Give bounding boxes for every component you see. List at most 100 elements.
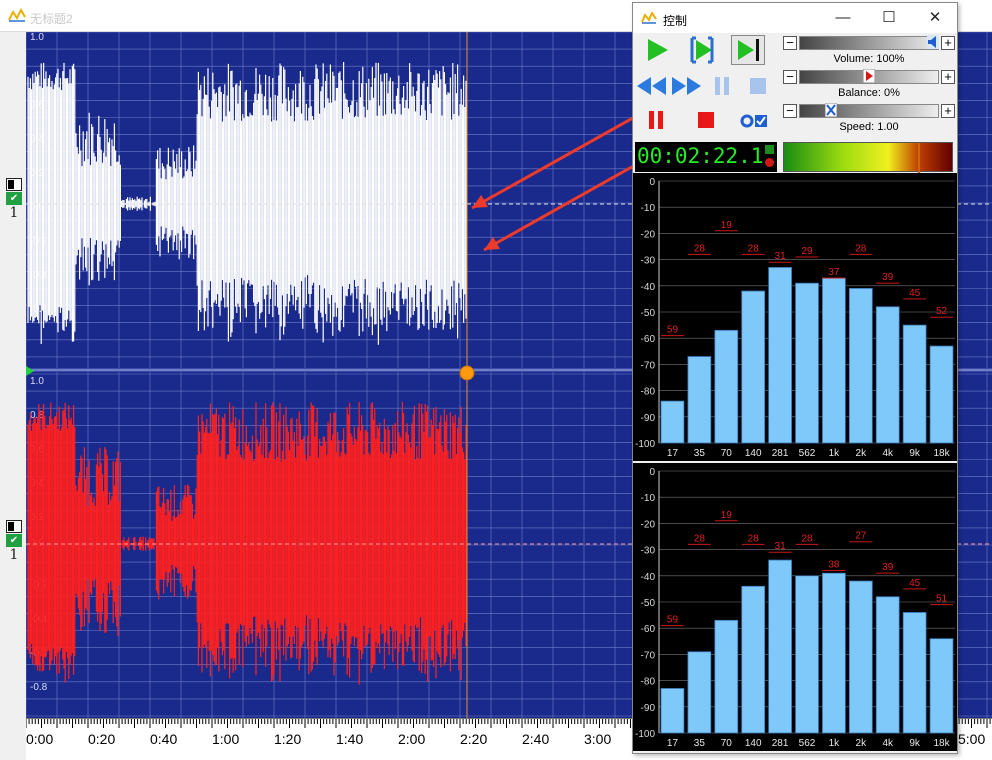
spectrum-bar (714, 619, 739, 734)
x-tick-label: 18k (933, 738, 950, 749)
channel-select-toggle[interactable] (6, 520, 22, 533)
peak-label: 45 (909, 288, 921, 299)
peak-label: 28 (801, 533, 813, 544)
channel-enable-checkbox[interactable]: ✔ (6, 192, 22, 205)
channel-1-controls: ✔ 1 (6, 178, 22, 221)
y-tick-label: -90 (641, 703, 656, 714)
spectrum-bar (822, 277, 846, 444)
y-tick-label: -40 (641, 572, 656, 583)
peak-label: 28 (694, 243, 706, 254)
x-tick-label: 1k (829, 738, 841, 749)
y-tick-label: -40 (641, 282, 656, 293)
peak-label: 29 (801, 246, 813, 257)
peak-label: 19 (721, 510, 733, 521)
pause-disabled-button[interactable] (705, 71, 739, 101)
y-tick-label: -60 (641, 334, 656, 345)
peak-label: 39 (882, 562, 894, 573)
spectrum-bar (768, 267, 792, 444)
peak-label: 39 (882, 272, 894, 283)
axis-label: -0.8 (30, 682, 48, 693)
y-tick-label: -10 (641, 493, 656, 504)
volume-minus-button[interactable]: − (783, 36, 797, 50)
axis-label: 1.0 (30, 32, 44, 43)
x-tick-label: 9k (909, 738, 921, 749)
level-needle (918, 143, 921, 173)
x-tick-label: 35 (694, 448, 706, 459)
y-tick-label: -90 (641, 413, 656, 424)
speed-track[interactable] (799, 104, 939, 118)
speed-slider[interactable]: − + Speed: 1.00 (783, 103, 955, 137)
fast-forward-button[interactable] (669, 71, 703, 101)
play-button[interactable] (639, 35, 673, 65)
x-tick-label: 17 (667, 448, 679, 459)
control-panel: 控制 — ☐ ✕ − + Volume: 100% − + Balance: 0… (632, 2, 958, 754)
volume-slider[interactable]: − + Volume: 100% (783, 35, 955, 69)
balance-minus-button[interactable]: − (783, 70, 797, 84)
x-tick-label: 35 (694, 738, 706, 749)
y-tick-label: -50 (641, 598, 656, 609)
spectrum-chart-1: 0 -10 -20 -30 -40 -50 -60 -70 -80 -90 -100 59 17 28 35… (633, 173, 957, 461)
ruler-label: 3:00 (584, 731, 612, 747)
ruler-label: 2:40 (522, 731, 550, 747)
peak-label: 45 (909, 578, 921, 589)
channel-number: 1 (9, 547, 19, 563)
maximize-button[interactable]: ☐ (879, 8, 899, 28)
peak-label: 37 (828, 267, 840, 278)
channel-enable-checkbox[interactable]: ✔ (6, 534, 22, 547)
x-tick-label: 2k (856, 738, 868, 749)
minimize-button[interactable]: — (833, 8, 853, 28)
spectrum-bar (822, 572, 846, 734)
x-tick-label: 2k (856, 448, 868, 459)
volume-track[interactable] (799, 36, 939, 50)
speed-thumb[interactable] (824, 103, 837, 117)
y-tick-label: 0 (649, 177, 655, 188)
speaker-icon[interactable] (927, 35, 939, 49)
spectrum-bar (660, 688, 685, 734)
pause-button[interactable] (639, 105, 673, 135)
peak-label: 51 (936, 594, 948, 605)
spectrum-bar (660, 400, 685, 444)
y-tick-label: -70 (641, 650, 656, 661)
ruler-label: 0:20 (88, 731, 116, 747)
y-tick-label: -70 (641, 360, 656, 371)
stop-button[interactable] (689, 105, 723, 135)
ruler-label: 0:40 (150, 731, 178, 747)
x-tick-label: 4k (882, 448, 894, 459)
x-tick-label: 562 (799, 448, 816, 459)
spectrum-chart-2: 0 -10 -20 -30 -40 -50 -60 -70 -80 -90 -100 59 17 28 35… (633, 463, 957, 751)
spectrum-bar (741, 585, 766, 734)
play-to-end-button[interactable] (731, 35, 765, 65)
volume-plus-button[interactable]: + (941, 36, 955, 50)
balance-slider[interactable]: − + Balance: 0% (783, 69, 955, 103)
speed-minus-button[interactable]: − (783, 104, 797, 118)
x-tick-label: 562 (799, 738, 816, 749)
close-button[interactable]: ✕ (925, 8, 945, 28)
spectrum-bar (848, 288, 873, 444)
panel-titlebar[interactable]: 控制 — ☐ ✕ (633, 3, 957, 33)
channel-strip: ✔ 1 ✔ 1 (0, 32, 26, 760)
spectrum-bar (741, 290, 766, 444)
spectrum-bar (848, 580, 873, 734)
balance-plus-button[interactable]: + (941, 70, 955, 84)
rewind-button[interactable] (635, 71, 669, 101)
ruler-label: 1:20 (274, 731, 302, 747)
volume-label: Volume: 100% (833, 53, 905, 65)
peak-label: 28 (855, 243, 867, 254)
peak-label: 59 (667, 615, 679, 626)
play-selection-button[interactable] (685, 35, 719, 65)
spectrum-bar (795, 575, 819, 734)
record-options-icon[interactable] (737, 105, 771, 135)
balance-label: Balance: 0% (838, 87, 900, 99)
spectrum-bar (875, 306, 900, 444)
x-tick-label: 70 (721, 448, 733, 459)
y-tick-label: 0 (649, 467, 655, 478)
level-meter (783, 142, 953, 173)
stop-disabled-button[interactable] (741, 71, 775, 101)
y-tick-label: -80 (641, 387, 656, 398)
x-tick-label: 281 (772, 448, 789, 459)
channel-select-toggle[interactable] (6, 178, 22, 191)
speed-label: Speed: 1.00 (839, 121, 899, 133)
speed-plus-button[interactable]: + (941, 104, 955, 118)
y-tick-label: -100 (635, 439, 655, 450)
balance-thumb[interactable] (863, 69, 875, 83)
